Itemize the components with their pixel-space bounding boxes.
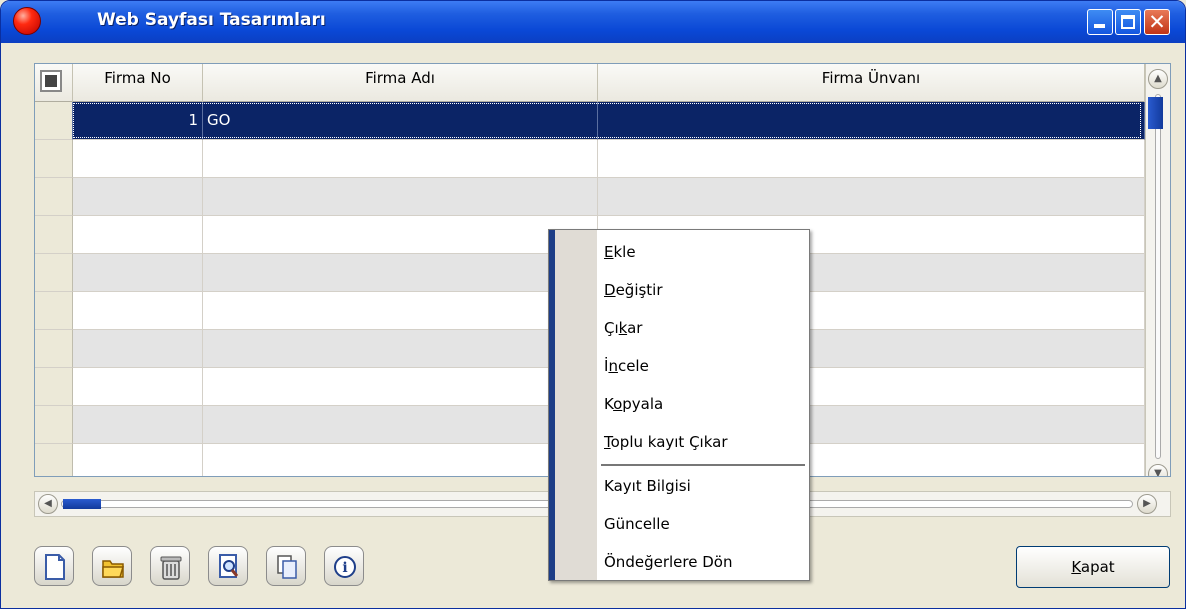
empty-cell[interactable] <box>73 178 203 216</box>
empty-cell[interactable] <box>598 140 1145 178</box>
minimize-button[interactable] <box>1087 9 1113 35</box>
info-button[interactable]: i <box>324 546 364 586</box>
table-row[interactable] <box>35 178 1145 216</box>
row-selector[interactable] <box>35 102 73 140</box>
vertical-scroll-thumb[interactable] <box>1148 97 1163 129</box>
menu-separator <box>601 464 805 466</box>
close-icon: ✕ <box>1148 10 1166 34</box>
scroll-up-icon[interactable]: ▲ <box>1148 69 1168 89</box>
menu-item-guncelle[interactable]: Güncelle <box>604 505 670 543</box>
column-header-firma-no[interactable]: Firma No <box>73 64 203 102</box>
close-window-button[interactable]: ✕ <box>1144 9 1170 35</box>
app-icon[interactable] <box>13 7 41 35</box>
window: Web Sayfası Tasarımları ✕ Firma No Firma… <box>0 0 1186 609</box>
column-header-firma-adi[interactable]: Firma Adı <box>203 64 598 102</box>
close-button[interactable]: Kapat <box>1016 546 1170 588</box>
grid-header: Firma No Firma Adı Firma Ünvanı <box>35 64 1145 102</box>
open-button[interactable] <box>92 546 132 586</box>
scroll-right-icon[interactable]: ▶ <box>1137 494 1157 514</box>
menu-item-kayit-bilgisi[interactable]: Kayıt Bilgisi <box>604 467 691 505</box>
row-selector[interactable] <box>35 292 73 330</box>
row-selector[interactable] <box>35 444 73 476</box>
row-selector[interactable] <box>35 368 73 406</box>
select-all-cell[interactable] <box>35 64 73 102</box>
focus-rectangle <box>73 103 1141 138</box>
horizontal-scroll-thumb[interactable] <box>63 499 101 509</box>
menu-item-ekle[interactable]: Ekle <box>604 233 636 271</box>
title-bar[interactable]: Web Sayfası Tasarımları ✕ <box>1 1 1185 43</box>
scroll-left-icon[interactable]: ◀ <box>38 494 58 514</box>
vertical-scrollbar[interactable]: ▲ ▼ <box>1145 64 1170 476</box>
scroll-down-icon[interactable]: ▼ <box>1148 464 1168 476</box>
empty-cell[interactable] <box>203 178 598 216</box>
maximize-icon <box>1121 15 1135 29</box>
empty-cell[interactable] <box>203 216 598 254</box>
empty-cell[interactable] <box>203 444 598 476</box>
menu-item-cikar[interactable]: Çıkar <box>604 309 642 347</box>
vertical-scroll-track[interactable] <box>1155 94 1161 459</box>
menu-item-kopyala[interactable]: Kopyala <box>604 385 663 423</box>
menu-item-ondegerlere-don[interactable]: Öndeğerlere Dön <box>604 543 732 581</box>
select-all-checkbox[interactable] <box>40 70 62 92</box>
new-document-icon <box>45 554 65 580</box>
empty-cell[interactable] <box>203 292 598 330</box>
empty-cell[interactable] <box>73 254 203 292</box>
copy-icon <box>277 555 297 579</box>
window-title: Web Sayfası Tasarımları <box>97 10 326 30</box>
row-selector[interactable] <box>35 254 73 292</box>
info-icon: i <box>334 556 356 578</box>
empty-cell[interactable] <box>73 292 203 330</box>
empty-cell[interactable] <box>73 444 203 476</box>
empty-cell[interactable] <box>73 368 203 406</box>
new-button[interactable] <box>34 546 74 586</box>
context-menu: Ekle Değiştir Çıkar İncele Kopyala Toplu… <box>548 229 810 581</box>
empty-cell[interactable] <box>598 178 1145 216</box>
menu-icon-strip <box>549 230 597 580</box>
table-row[interactable]: 1 GO <box>35 102 1145 140</box>
copy-button[interactable] <box>266 546 306 586</box>
empty-cell[interactable] <box>73 140 203 178</box>
preview-button[interactable] <box>208 546 248 586</box>
menu-item-degistir[interactable]: Değiştir <box>604 271 663 309</box>
menu-item-incele[interactable]: İncele <box>604 347 649 385</box>
menu-edge <box>549 230 555 580</box>
maximize-button[interactable] <box>1115 9 1141 35</box>
empty-cell[interactable] <box>203 140 598 178</box>
row-selector[interactable] <box>35 216 73 254</box>
delete-trash-icon <box>160 556 182 580</box>
row-selector[interactable] <box>35 330 73 368</box>
empty-cell[interactable] <box>73 406 203 444</box>
svg-text:i: i <box>342 560 347 576</box>
empty-cell[interactable] <box>73 216 203 254</box>
minimize-icon <box>1094 24 1105 28</box>
empty-cell[interactable] <box>203 406 598 444</box>
row-selector[interactable] <box>35 140 73 178</box>
open-folder-icon <box>102 560 125 578</box>
row-selector[interactable] <box>35 178 73 216</box>
table-row[interactable] <box>35 140 1145 178</box>
empty-cell[interactable] <box>203 254 598 292</box>
preview-magnifier-icon <box>219 554 239 578</box>
menu-item-toplu-kayit-cikar[interactable]: Toplu kayıt Çıkar <box>604 423 728 461</box>
column-header-firma-unvani[interactable]: Firma Ünvanı <box>598 64 1145 102</box>
empty-cell[interactable] <box>73 330 203 368</box>
delete-button[interactable] <box>150 546 190 586</box>
close-button-label: Kapat <box>1071 558 1115 576</box>
empty-cell[interactable] <box>203 330 598 368</box>
empty-cell[interactable] <box>203 368 598 406</box>
row-selector[interactable] <box>35 406 73 444</box>
